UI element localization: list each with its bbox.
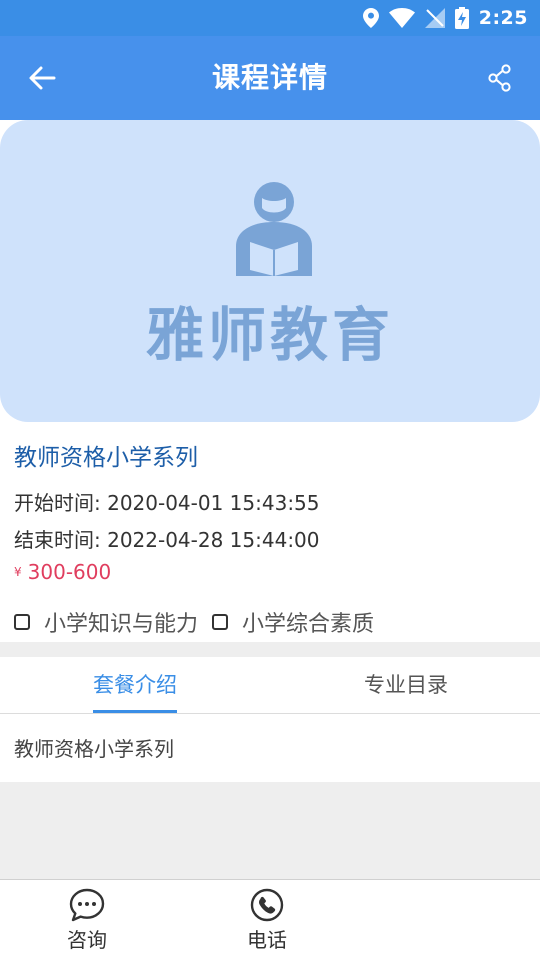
status-time: 2:25 <box>478 7 528 29</box>
start-time: 开始时间: 2020-04-01 15:43:55 <box>14 491 320 515</box>
checkbox[interactable] <box>14 614 30 630</box>
status-icons: 2:25 <box>362 6 528 30</box>
phone-icon <box>250 888 284 922</box>
course-options: 小学知识与能力 小学综合素质 <box>14 606 388 638</box>
tab-bar: 套餐介绍 专业目录 <box>0 657 540 714</box>
course-title: 教师资格小学系列 <box>14 445 198 471</box>
course-banner-image: 雅师教育 <box>0 120 540 422</box>
price-value: 300-600 <box>27 560 112 584</box>
page-title: 课程详情 <box>211 61 328 94</box>
phone-button[interactable]: 电话 <box>227 888 307 953</box>
status-bar: 2:25 <box>0 0 540 36</box>
consult-button[interactable]: 咨询 <box>47 888 127 953</box>
consult-label: 咨询 <box>67 928 107 952</box>
chat-bubble-icon <box>69 888 105 922</box>
price: ¥ 300-600 <box>14 560 111 584</box>
app-bar: 课程详情 <box>0 36 540 120</box>
wifi-icon <box>388 8 415 28</box>
tab-catalog[interactable]: 专业目录 <box>364 657 448 713</box>
active-tab-indicator <box>93 710 177 713</box>
no-signal-icon <box>424 8 445 28</box>
end-time: 结束时间: 2022-04-28 15:44:00 <box>14 528 320 552</box>
phone-label: 电话 <box>247 928 287 952</box>
teacher-reading-icon <box>236 182 312 276</box>
brand-logo-text: 雅师教育 <box>145 301 394 369</box>
share-icon <box>488 64 511 92</box>
bottom-nav: 咨询 电话 <box>0 879 540 961</box>
tabs-section: 套餐介绍 专业目录 教师资格小学系列 <box>0 657 540 782</box>
battery-charging-icon <box>454 7 469 29</box>
package-intro-text: 教师资格小学系列 <box>14 737 174 761</box>
option-knowledge-ability[interactable]: 小学知识与能力 <box>14 606 198 638</box>
option-label: 小学知识与能力 <box>44 612 199 637</box>
share-button[interactable] <box>480 58 520 98</box>
option-label: 小学综合素质 <box>242 612 375 637</box>
course-detail-card: 雅师教育 教师资格小学系列 开始时间: 2020-04-01 15:43:55 … <box>0 120 540 642</box>
yen-icon: ¥ <box>14 565 22 579</box>
option-comprehensive-quality[interactable]: 小学综合素质 <box>212 606 374 638</box>
checkbox[interactable] <box>212 614 229 630</box>
location-icon <box>362 8 379 28</box>
tab-package-intro[interactable]: 套餐介绍 <box>93 657 177 713</box>
